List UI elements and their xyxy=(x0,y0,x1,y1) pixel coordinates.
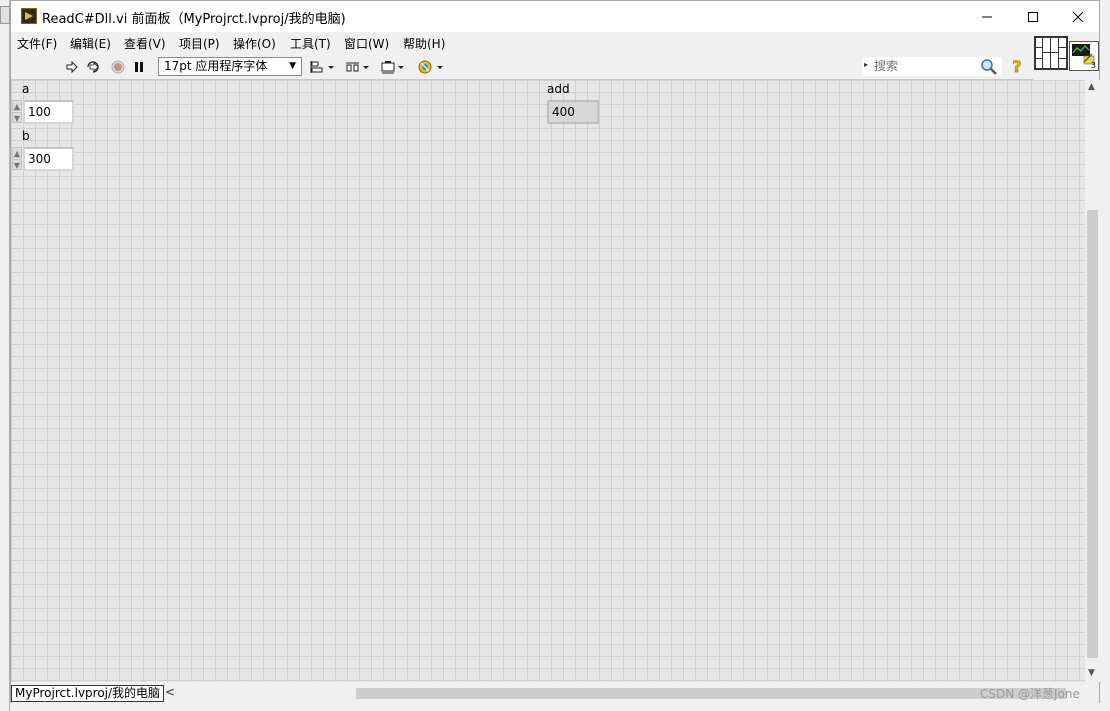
menu-bar: 文件(F) 编辑(E) 查看(V) 项目(P) 操作(O) 工具(T) 窗口(W… xyxy=(11,32,1099,54)
menu-operate[interactable]: 操作(O) xyxy=(233,35,276,52)
search-box: ▸ xyxy=(862,57,1002,76)
labview-front-panel-window: ReadC#Dll.vi 前面板（MyProjrct.lvproj/我的电脑) … xyxy=(10,0,1100,704)
resize-objects-icon[interactable] xyxy=(379,57,407,76)
front-panel[interactable]: a ▲ ▼ 100 b ▲ ▼ 300 add 400 xyxy=(11,80,1085,682)
abort-icon[interactable] xyxy=(110,57,126,76)
control-b-increment-decrement[interactable]: ▲ ▼ xyxy=(12,147,22,171)
menu-window[interactable]: 窗口(W) xyxy=(344,35,389,52)
vertical-scrollbar[interactable]: ▲ ▼ xyxy=(1085,80,1100,682)
indicator-add-numeric: 400 xyxy=(547,100,599,124)
close-button[interactable] xyxy=(1055,1,1101,32)
title-bar: ReadC#Dll.vi 前面板（MyProjrct.lvproj/我的电脑) xyxy=(11,1,1099,32)
project-path-label: MyProjrct.lvproj/我的电脑 xyxy=(11,685,165,702)
control-a-numeric[interactable]: 100 xyxy=(23,100,74,124)
pause-icon[interactable] xyxy=(131,57,147,76)
maximize-button[interactable] xyxy=(1010,1,1056,32)
menu-view[interactable]: 查看(V) xyxy=(124,35,166,52)
search-icon[interactable] xyxy=(980,58,998,78)
increment-arrow-icon[interactable]: ▲ xyxy=(12,147,22,158)
svg-text:?: ? xyxy=(1012,57,1021,75)
background-window xyxy=(0,0,10,711)
vi-icon[interactable]: 3 xyxy=(1069,41,1099,71)
control-a-label: a xyxy=(22,82,30,96)
reorder-icon[interactable] xyxy=(416,57,446,76)
window-title: ReadC#Dll.vi 前面板（MyProjrct.lvproj/我的电脑) xyxy=(42,12,346,27)
connector-terminal[interactable] xyxy=(1058,58,1067,69)
scroll-down-icon[interactable]: ▼ xyxy=(1088,668,1095,678)
menu-file[interactable]: 文件(F) xyxy=(17,35,57,52)
watermark: CSDN @洋葱Jone xyxy=(980,687,1080,701)
control-b-numeric[interactable]: 300 xyxy=(23,147,74,171)
connector-pane[interactable] xyxy=(1034,36,1068,70)
status-bar: MyProjrct.lvproj/我的电脑 < xyxy=(11,682,1099,704)
context-help-icon[interactable]: ? xyxy=(1009,57,1025,78)
run-arrow-icon[interactable] xyxy=(63,57,81,76)
minimize-button[interactable] xyxy=(964,1,1010,32)
control-a-increment-decrement[interactable]: ▲ ▼ xyxy=(12,100,22,124)
decrement-arrow-icon[interactable]: ▼ xyxy=(12,112,22,123)
font-select[interactable]: 17pt 应用程序字体 ▼ xyxy=(158,57,302,76)
increment-arrow-icon[interactable]: ▲ xyxy=(12,100,22,111)
background-window-fragment xyxy=(0,654,9,672)
search-arrow-icon[interactable]: ▸ xyxy=(864,60,868,69)
horizontal-scrollbar[interactable] xyxy=(176,685,1076,702)
font-select-value: 17pt 应用程序字体 xyxy=(164,59,268,73)
control-b-label: b xyxy=(22,129,30,143)
decrement-arrow-icon[interactable]: ▼ xyxy=(12,159,22,170)
horizontal-scroll-thumb[interactable] xyxy=(356,688,1066,699)
menu-project[interactable]: 项目(P) xyxy=(179,35,220,52)
menu-help[interactable]: 帮助(H) xyxy=(403,35,445,52)
scroll-up-icon[interactable]: ▲ xyxy=(1088,82,1095,92)
background-window-icon xyxy=(0,6,10,24)
distribute-objects-icon[interactable] xyxy=(344,57,372,76)
chevron-down-icon: ▼ xyxy=(289,61,296,71)
run-continuously-icon[interactable] xyxy=(84,57,102,76)
indicator-add-label: add xyxy=(547,82,570,96)
scroll-left-icon[interactable]: < xyxy=(165,685,175,699)
labview-app-icon xyxy=(21,8,37,24)
menu-tools[interactable]: 工具(T) xyxy=(290,35,331,52)
connector-pane-number: 3 xyxy=(1090,61,1096,70)
menu-edit[interactable]: 编辑(E) xyxy=(70,35,111,52)
search-input[interactable] xyxy=(874,58,974,74)
toolbar: 17pt 应用程序字体 ▼ ▸ ? xyxy=(11,54,1033,80)
align-objects-icon[interactable] xyxy=(309,57,337,76)
vertical-scroll-thumb[interactable] xyxy=(1087,210,1098,658)
